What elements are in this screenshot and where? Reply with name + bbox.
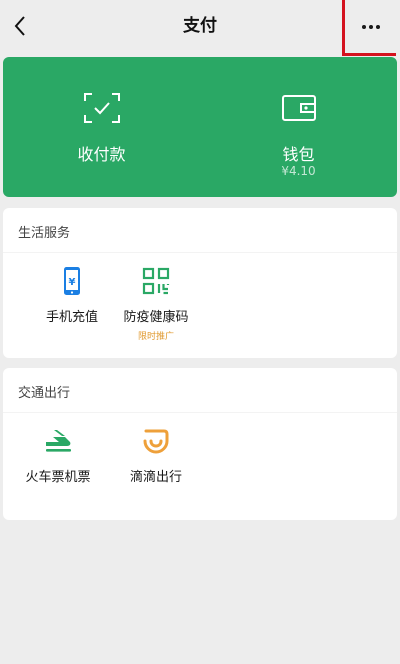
travel-section: 交通出行 火车票机票 滴滴出行 [3,368,397,520]
section-title: 生活服务 [18,226,71,241]
svg-text:¥: ¥ [69,277,76,288]
didi-button[interactable]: 滴滴出行 [101,426,211,516]
section-title: 交通出行 [18,386,71,401]
scan-icon [83,93,120,123]
pay-card: 收付款 钱包 ¥4.10 [3,57,397,197]
service-label: 滴滴出行 [129,470,182,485]
wallet-balance: ¥4.10 [281,164,316,178]
health-code-button[interactable]: 防疫健康码 限时推广 [101,266,211,356]
nav-bar: 支付 [0,0,400,56]
wallet-button[interactable]: 钱包 ¥4.10 [200,57,397,197]
more-dots-icon [361,24,380,29]
wallet-icon [281,95,316,121]
receive-pay-label: 收付款 [77,145,126,164]
more-options-button[interactable] [342,0,396,56]
divider [3,252,397,253]
qr-code-icon [142,267,170,295]
service-label: 防疫健康码 [123,310,189,325]
service-label: 火车票机票 [25,470,91,485]
receive-pay-button[interactable]: 收付款 [3,57,200,197]
page-title: 支付 [183,16,217,36]
train-icon [46,430,71,452]
didi-icon [143,429,169,454]
payment-page: 支付 收付款 钱包 ¥4.10 生活服务 ¥ 手机充值 防疫健康码 限时推广 交… [0,0,400,664]
promo-tag: 限时推广 [137,332,174,342]
wallet-label: 钱包 [282,145,315,164]
train-flight-button[interactable]: 火车票机票 [3,426,113,516]
phone-recharge-icon: ¥ [64,267,80,295]
divider [3,412,397,413]
life-services-section: 生活服务 ¥ 手机充值 防疫健康码 限时推广 [3,208,397,358]
